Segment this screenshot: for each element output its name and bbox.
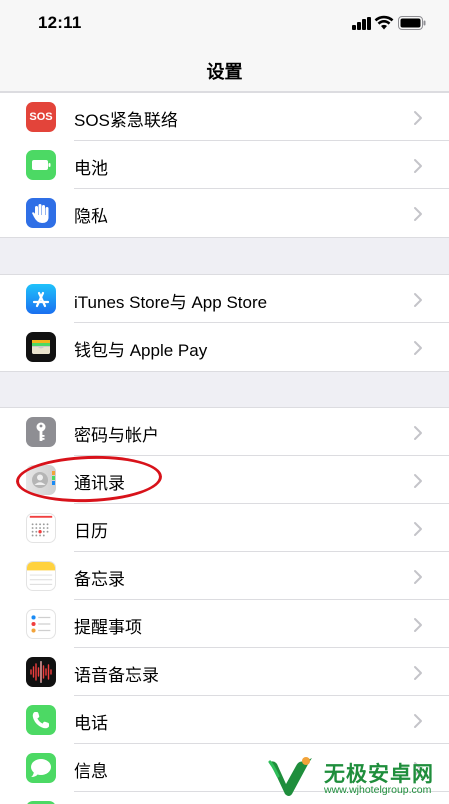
status-time: 12:11 xyxy=(38,13,82,32)
settings-row-label: 语音备忘录 xyxy=(74,666,159,685)
notes-icon xyxy=(26,561,56,591)
voice-memos-icon xyxy=(26,657,56,687)
battery-icon xyxy=(26,150,56,180)
settings-row-label: iTunes Store与 App Store xyxy=(74,293,268,312)
chevron-right-icon xyxy=(414,522,422,536)
chevron-right-icon xyxy=(414,111,422,125)
settings-row-label: 备忘录 xyxy=(74,570,125,589)
navigation-bar: 设置 xyxy=(0,48,449,92)
settings-row-notes[interactable]: 备忘录 xyxy=(0,552,449,600)
watermark: 无极安卓网 www.wjhotelgroup.com xyxy=(262,748,449,804)
settings-row-label: 电话 xyxy=(74,714,108,733)
settings-row-label: 提醒事项 xyxy=(74,618,142,637)
settings-row-label: 信息 xyxy=(74,762,108,781)
settings-row-wallet[interactable]: 钱包与 Apple Pay xyxy=(0,323,449,371)
settings-row-label: SOS紧急联络 xyxy=(74,111,178,130)
chevron-right-icon xyxy=(414,426,422,440)
watermark-url: www.wjhotelgroup.com xyxy=(324,784,432,796)
chevron-right-icon xyxy=(414,666,422,680)
chevron-right-icon xyxy=(414,341,422,355)
watermark-logo-icon xyxy=(268,757,312,796)
wifi-icon xyxy=(374,15,394,30)
status-bar: 12:11 xyxy=(0,0,449,48)
chevron-right-icon xyxy=(414,618,422,632)
page-title: 设置 xyxy=(206,62,243,82)
settings-row-passwords[interactable]: 密码与帐户 xyxy=(0,408,449,456)
reminders-icon xyxy=(26,609,56,639)
chevron-right-icon xyxy=(414,293,422,307)
battery-status-icon xyxy=(398,16,426,30)
settings-group-stores: iTunes Store与 App Store 钱包与 Apple Pay xyxy=(0,274,449,372)
chevron-right-icon xyxy=(414,207,422,221)
settings-row-label: 电池 xyxy=(74,159,108,178)
settings-row-calendar[interactable]: 日历 xyxy=(0,504,449,552)
messages-icon xyxy=(26,753,56,783)
cellular-signal-icon xyxy=(352,17,372,30)
chevron-right-icon xyxy=(414,714,422,728)
calendar-icon xyxy=(26,513,56,543)
sos-icon: SOS xyxy=(26,102,56,132)
phone-icon xyxy=(26,705,56,735)
settings-row-label: 密码与帐户 xyxy=(74,426,159,445)
settings-row-label: 隐私 xyxy=(74,207,108,226)
key-icon xyxy=(26,417,56,447)
hand-icon xyxy=(26,198,56,228)
app-store-icon xyxy=(26,284,56,314)
settings-row-battery[interactable]: 电池 xyxy=(0,141,449,189)
settings-row-voice-memos[interactable]: 语音备忘录 xyxy=(0,648,449,696)
settings-row-reminders[interactable]: 提醒事项 xyxy=(0,600,449,648)
settings-row-label: 钱包与 Apple Pay xyxy=(74,341,208,360)
settings-row-app-store[interactable]: iTunes Store与 App Store xyxy=(0,275,449,323)
settings-group-system: SOS SOS紧急联络 电池 隐私 xyxy=(0,92,449,238)
settings-row-phone[interactable]: 电话 xyxy=(0,696,449,744)
wallet-icon xyxy=(26,332,56,362)
settings-row-privacy[interactable]: 隐私 xyxy=(0,189,449,237)
chevron-right-icon xyxy=(414,159,422,173)
chevron-right-icon xyxy=(414,474,422,488)
chevron-right-icon xyxy=(414,570,422,584)
settings-row-label: 日历 xyxy=(74,522,108,541)
settings-row-sos[interactable]: SOS SOS紧急联络 xyxy=(0,93,449,141)
